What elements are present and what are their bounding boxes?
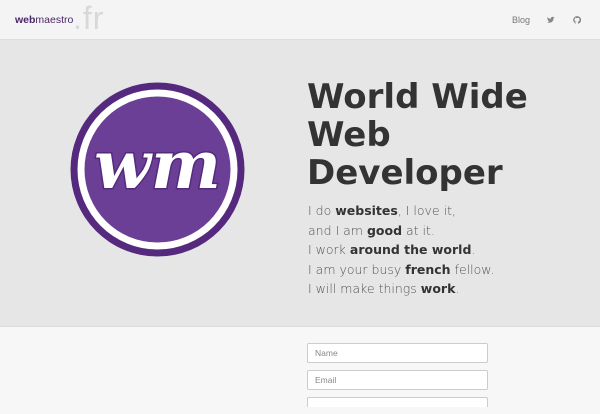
nav-link-blog[interactable]: Blog — [504, 15, 538, 25]
name-input[interactable] — [307, 343, 488, 363]
brand-name-bold: web — [15, 14, 36, 26]
tagline-emphasis: french — [405, 261, 451, 277]
tagline-text: fellow. — [450, 261, 495, 277]
site-brand-link[interactable]: webmaestro .fr — [15, 0, 103, 40]
tagline-text: I am your busy — [308, 261, 406, 277]
hero-title-line: World Wide — [307, 77, 528, 117]
tagline-text: I will make things — [308, 281, 421, 296]
tagline-line: and I am good at it. — [308, 221, 593, 241]
tagline-line: I work around the world. — [308, 240, 593, 260]
twitter-icon[interactable] — [538, 0, 564, 40]
top-navbar: webmaestro .fr Blog — [0, 0, 600, 40]
logo-text: wm — [94, 126, 221, 204]
tagline-text: . — [471, 242, 476, 257]
tagline-line: I will make things work. — [308, 279, 593, 299]
tagline-text: at it. — [402, 222, 435, 238]
tagline-emphasis: websites — [335, 203, 398, 218]
contact-form — [307, 343, 488, 414]
hero-tagline: I do websites, I love it, and I am good … — [308, 201, 593, 299]
hero-title: World Wide Web Developer — [307, 78, 592, 192]
tagline-line: I do websites, I love it, — [308, 201, 593, 221]
tagline-text: and I am — [308, 222, 367, 238]
email-input[interactable] — [307, 370, 488, 390]
tagline-text: , I love it, — [397, 203, 456, 218]
brand-name-rest: maestro — [35, 14, 74, 26]
nav-links: Blog — [504, 0, 590, 40]
hero-title-line: Web — [307, 115, 391, 155]
wm-logo: wm — [70, 82, 245, 257]
message-field[interactable] — [307, 397, 488, 407]
hero-section: wm World Wide Web Developer I do website… — [0, 40, 600, 327]
hero-title-line: Developer — [307, 153, 503, 193]
tagline-emphasis: around the world — [349, 242, 472, 257]
tagline-text: I do — [308, 203, 336, 218]
tagline-emphasis: good — [366, 222, 403, 238]
tagline-emphasis: work — [420, 281, 456, 296]
brand-tld: .fr — [73, 0, 105, 36]
tagline-text: . — [455, 281, 460, 296]
tagline-line: I am your busy french fellow. — [308, 260, 593, 280]
tagline-text: I work — [308, 242, 350, 257]
brand-name: webmaestro — [15, 14, 73, 26]
github-icon[interactable] — [564, 0, 590, 40]
